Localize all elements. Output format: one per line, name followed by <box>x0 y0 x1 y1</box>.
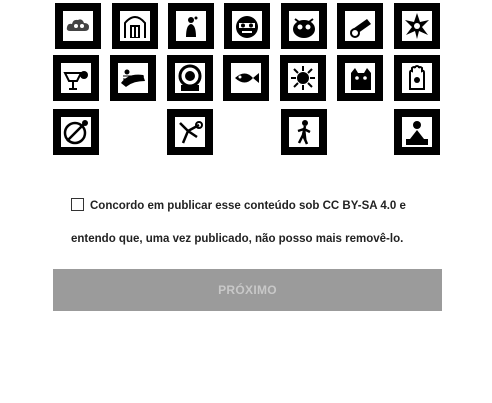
bottle-figure-icon <box>186 16 198 37</box>
tile-sun-spider[interactable] <box>280 55 326 101</box>
tile-hamsa-hand[interactable] <box>394 55 440 101</box>
cloud-icon <box>66 19 89 31</box>
diver-icon <box>178 64 202 91</box>
tile-walking-figure[interactable] <box>281 109 327 155</box>
cannon-icon <box>350 19 371 38</box>
mask-face-icon <box>236 16 258 38</box>
bird-cup-icon <box>63 71 88 90</box>
keyboard-person-icon <box>406 121 428 145</box>
horse-rider-icon <box>121 69 145 87</box>
bowling-ball-icon <box>63 120 88 145</box>
tile-cloud[interactable] <box>55 3 101 49</box>
tile-fish[interactable] <box>223 55 269 101</box>
star-burst-icon <box>405 13 429 39</box>
tile-cat[interactable] <box>337 55 383 101</box>
tile-mask-face[interactable] <box>224 3 270 49</box>
gate-icon <box>124 16 146 38</box>
consent-text: Concordo em publicar esse conteúdo sob C… <box>71 200 406 245</box>
next-button[interactable]: PRÓXIMO <box>53 269 442 311</box>
consent-checkbox[interactable] <box>71 198 84 211</box>
tile-diver[interactable] <box>167 55 213 101</box>
tile-gate[interactable] <box>112 3 158 49</box>
hamsa-hand-icon <box>409 65 425 90</box>
tile-bottle-figure[interactable] <box>168 3 214 49</box>
tile-bird-cup[interactable] <box>53 55 99 101</box>
fish-icon <box>235 73 259 83</box>
robot-figure-icon <box>179 121 203 144</box>
tile-bug-creature[interactable] <box>281 3 327 49</box>
cat-icon <box>351 68 371 90</box>
tile-robot-figure[interactable] <box>167 109 213 155</box>
tile-bowling-ball[interactable] <box>53 109 99 155</box>
tile-cannon[interactable] <box>337 3 383 49</box>
walking-figure-icon <box>297 120 311 145</box>
tile-keyboard-person[interactable] <box>394 109 440 155</box>
consent-section: Concordo em publicar esse conteúdo sob C… <box>71 190 451 256</box>
bug-creature-icon <box>293 18 315 38</box>
tile-horse-rider[interactable] <box>110 55 156 101</box>
tile-star-burst[interactable] <box>394 3 440 49</box>
sun-spider-icon <box>291 66 315 90</box>
